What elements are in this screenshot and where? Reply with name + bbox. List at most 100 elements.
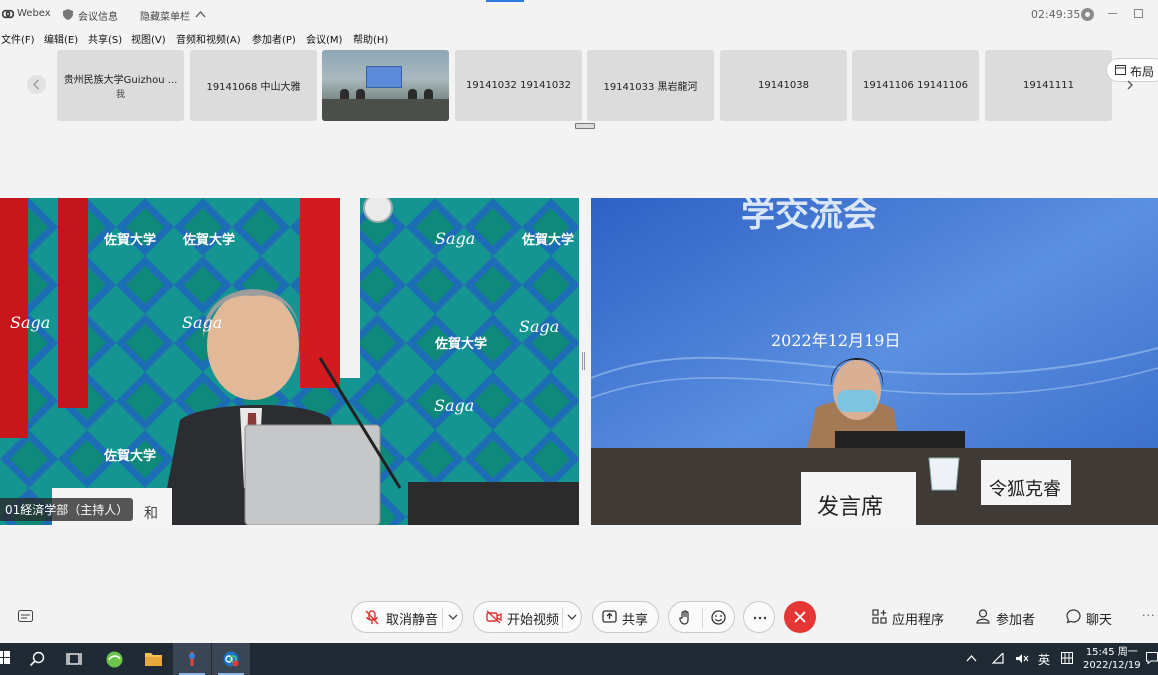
- room-screen: [366, 66, 402, 88]
- participant-thumb-self[interactable]: 贵州民族大学Guizhou ... 我: [57, 50, 184, 121]
- participant-thumb[interactable]: 19141032 19141032: [455, 50, 582, 121]
- chat-button[interactable]: 聊天: [1066, 608, 1116, 628]
- webex-icon: [223, 651, 239, 667]
- webex-logo-icon: [2, 9, 14, 19]
- os-taskbar: 英 15:45 周一 2022/12/19: [0, 643, 1158, 675]
- start-video-button[interactable]: 开始视频: [473, 601, 582, 633]
- wifi-icon[interactable]: [992, 653, 1004, 664]
- host-name-tag: 01経済学部（主持人）: [0, 498, 134, 521]
- taskbar-app-explorer[interactable]: [134, 643, 172, 675]
- menu-file[interactable]: 文件(F): [1, 31, 35, 46]
- banner-text: 佐賀大学: [521, 232, 574, 248]
- menu-participants[interactable]: 参加者(P): [252, 31, 296, 46]
- emoji-reaction-icon[interactable]: [711, 610, 726, 625]
- recording-status-icon[interactable]: [1081, 8, 1094, 21]
- menu-help[interactable]: 帮助(H): [353, 31, 388, 46]
- maximize-button[interactable]: [1134, 9, 1143, 18]
- captions-icon[interactable]: [18, 610, 33, 622]
- participant-thumb[interactable]: 19141106 19141106: [852, 50, 979, 121]
- taskbar-app-webex[interactable]: [212, 643, 250, 675]
- name-sign: 令狐克睿: [989, 479, 1061, 500]
- more-panels-button[interactable]: ···: [1142, 609, 1156, 622]
- participant-strip: 贵州民族大学Guizhou ... 我 19141068 中山大雅 191410…: [0, 46, 1158, 130]
- banner-text: 佐賀大学: [103, 232, 156, 248]
- menu-bar: 文件(F) 编辑(E) 共享(S) 视图(V) 音频和视频(A) 参加者(P) …: [0, 30, 1158, 46]
- person-icon: [976, 609, 990, 624]
- mic-muted-icon: [365, 610, 379, 625]
- video-tile-host[interactable]: 和 佐賀大学 佐賀大学 佐賀大学 佐賀大学 佐賀大学 Saga Saga Sag…: [0, 198, 579, 525]
- app-name: Webex: [17, 8, 51, 19]
- participant-thumb[interactable]: 19141111: [985, 50, 1112, 121]
- menu-audio-video[interactable]: 音频和视频(A): [176, 31, 241, 46]
- shield-icon[interactable]: [63, 9, 73, 20]
- video-split-handle[interactable]: [582, 352, 585, 370]
- start-video-label: 开始视频: [507, 613, 560, 628]
- taskbar-app-tool[interactable]: [173, 643, 211, 675]
- participants-label: 参加者: [996, 613, 1036, 628]
- menu-edit[interactable]: 编辑(E): [44, 31, 78, 46]
- elapsed-time: 02:49:35: [1031, 8, 1081, 21]
- task-view-button[interactable]: [55, 643, 93, 675]
- share-screen-icon: [602, 610, 617, 623]
- folder-icon: [145, 653, 162, 666]
- participant-name: 19141106 19141106: [863, 80, 968, 91]
- button-divider: [562, 608, 563, 628]
- taskbar-app-browser[interactable]: [95, 643, 133, 675]
- chevron-up-icon[interactable]: [195, 10, 206, 18]
- chevron-down-icon[interactable]: [567, 614, 577, 621]
- participant-name: 19141038: [758, 80, 809, 91]
- input-method-indicator[interactable]: 英: [1038, 651, 1050, 668]
- share-button[interactable]: 共享: [592, 601, 659, 633]
- meeting-controls: 取消静音 开始视频 共享 应用程序 参加者 聊天 ···: [0, 592, 1158, 642]
- speaker-sign: 发言席: [817, 495, 883, 520]
- hide-menu-button[interactable]: 隐藏菜单栏: [140, 8, 190, 23]
- banner-text: Saga: [435, 229, 475, 248]
- system-clock[interactable]: 15:45 周一 2022/12/19: [1083, 646, 1141, 672]
- participant-name: 19141032 19141032: [466, 80, 571, 91]
- end-meeting-button[interactable]: [784, 601, 816, 633]
- meeting-info-button[interactable]: 会议信息: [78, 8, 118, 23]
- menu-view[interactable]: 视图(V): [131, 31, 166, 46]
- participant-name: 19141111: [1023, 80, 1074, 91]
- layout-label: 布局: [1130, 65, 1155, 79]
- apps-icon: [872, 609, 887, 624]
- menu-share[interactable]: 共享(S): [88, 31, 122, 46]
- strip-resize-handle[interactable]: [575, 123, 595, 129]
- participant-thumb[interactable]: 19141038: [720, 50, 847, 121]
- strip-prev-button[interactable]: [27, 75, 46, 94]
- keyboard-grid-icon[interactable]: [1061, 652, 1073, 664]
- apps-button[interactable]: 应用程序: [872, 608, 946, 628]
- room-desk: [322, 99, 449, 121]
- tray-expand-icon[interactable]: [966, 654, 977, 662]
- loading-indicator: [486, 0, 524, 2]
- chevron-right-icon[interactable]: [1124, 79, 1136, 91]
- menu-meeting[interactable]: 会议(M): [306, 31, 342, 46]
- desk-sign-text: 和: [144, 506, 158, 522]
- clock-date: 2022/12/19: [1083, 660, 1141, 671]
- participant-thumb[interactable]: 19141033 黒岩龍河: [587, 50, 714, 121]
- task-view-icon: [66, 653, 82, 665]
- more-options-button[interactable]: [743, 601, 775, 633]
- unmute-button[interactable]: 取消静音: [351, 601, 463, 633]
- chevron-down-icon[interactable]: [448, 614, 458, 621]
- banner-text: Saga: [182, 313, 222, 332]
- participant-name: 贵州民族大学Guizhou ...: [63, 75, 178, 86]
- notifications-icon[interactable]: [1146, 652, 1158, 664]
- minimize-button[interactable]: [1108, 13, 1117, 14]
- banner-title: 学交流会: [741, 198, 877, 235]
- raise-hand-icon[interactable]: [679, 610, 692, 625]
- search-button[interactable]: [18, 643, 56, 675]
- share-label: 共享: [622, 613, 649, 628]
- title-bar: Webex 会议信息 隐藏菜单栏 02:49:35: [0, 0, 1158, 30]
- banner-text: 佐賀大学: [434, 336, 487, 352]
- video-off-icon: [486, 610, 502, 624]
- speaker-muted-icon[interactable]: [1015, 653, 1029, 664]
- app-tool-icon: [189, 652, 195, 666]
- browser-icon: [106, 651, 123, 668]
- participant-thumb-video[interactable]: [322, 50, 449, 121]
- clock-time: 15:45 周一: [1085, 647, 1138, 658]
- participants-button[interactable]: 参加者: [976, 608, 1036, 628]
- video-tile-speaker[interactable]: 学交流会 2022年12月19日 发言席 令狐克睿: [591, 198, 1158, 525]
- participant-thumb[interactable]: 19141068 中山大雅: [190, 50, 317, 121]
- banner-text: Saga: [519, 317, 559, 336]
